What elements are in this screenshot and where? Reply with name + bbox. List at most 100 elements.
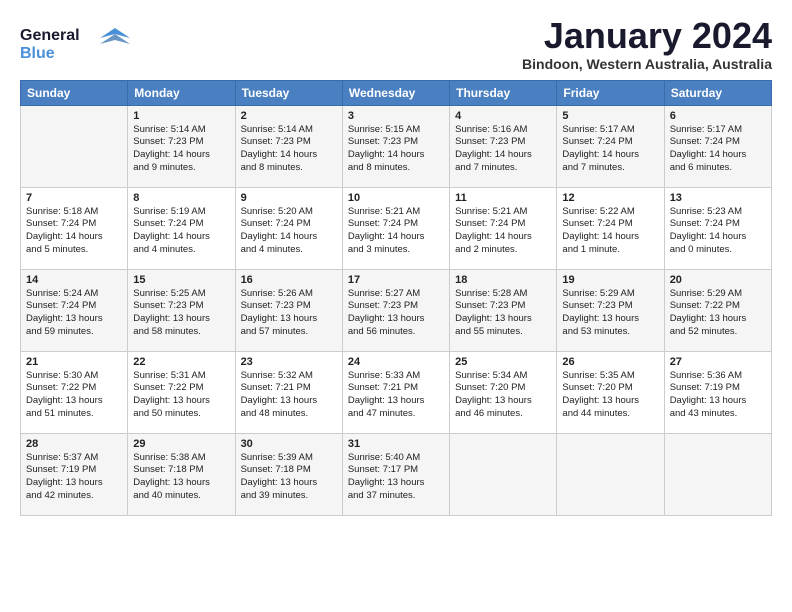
- calendar-cell: 21Sunrise: 5:30 AMSunset: 7:22 PMDayligh…: [21, 351, 128, 433]
- calendar-cell: 6 Sunrise: 5:17 AMSunset: 7:24 PMDaylight…: [664, 105, 771, 187]
- day-info: Sunrise: 5:22 AMSunset: 7:24 PMDaylight:…: [562, 206, 658, 257]
- day-number: 26: [562, 356, 658, 368]
- calendar-cell: 26 Sunrise: 5:35 AMSunset: 7:20 PMDayligh…: [557, 351, 664, 433]
- day-number: 13: [670, 192, 766, 204]
- day-info: Sunrise: 5:28 AMSunset: 7:23 PMDaylight:…: [455, 288, 551, 339]
- day-info: Sunrise: 5:29 AMSunset: 7:23 PMDaylight:…: [562, 288, 658, 339]
- week-row-2: 14 Sunrise: 5:24 AMSunset: 7:24 PMDayligh…: [21, 269, 772, 351]
- day-info: Sunrise: 5:17 AMSunset: 7:24 PMDaylight:…: [670, 124, 766, 175]
- day-info: Sunrise: 5:37 AMSunset: 7:19 PMDaylight:…: [26, 452, 122, 503]
- calendar-table: SundayMondayTuesdayWednesdayThursdayFrid…: [20, 80, 772, 516]
- day-info: Sunrise: 5:35 AMSunset: 7:20 PMDaylight:…: [562, 370, 658, 421]
- calendar-cell: 11 Sunrise: 5:21 AMSunset: 7:24 PMDayligh…: [450, 187, 557, 269]
- calendar-cell: 3 Sunrise: 5:15 AMSunset: 7:23 PMDaylight…: [342, 105, 449, 187]
- svg-text:General: General: [20, 27, 80, 44]
- day-header-monday: Monday: [128, 80, 235, 105]
- logo: General Blue: [20, 20, 130, 69]
- day-header-saturday: Saturday: [664, 80, 771, 105]
- day-number: 22: [133, 356, 229, 368]
- day-header-thursday: Thursday: [450, 80, 557, 105]
- calendar-cell: 19 Sunrise: 5:29 AMSunset: 7:23 PMDayligh…: [557, 269, 664, 351]
- day-info: Sunrise: 5:21 AMSunset: 7:24 PMDaylight:…: [455, 206, 551, 257]
- calendar-cell: 15 Sunrise: 5:25 AMSunset: 7:23 PMDayligh…: [128, 269, 235, 351]
- calendar-cell: 28 Sunrise: 5:37 AMSunset: 7:19 PMDayligh…: [21, 433, 128, 515]
- day-number: 6: [670, 110, 766, 122]
- day-info: Sunrise: 5:24 AMSunset: 7:24 PMDaylight:…: [26, 288, 122, 339]
- day-info: Sunrise: 5:34 AMSunset: 7:20 PMDaylight:…: [455, 370, 551, 421]
- day-number: 3: [348, 110, 444, 122]
- calendar-cell: 7Sunrise: 5:18 AMSunset: 7:24 PMDaylight…: [21, 187, 128, 269]
- day-info: Sunrise: 5:40 AMSunset: 7:17 PMDaylight:…: [348, 452, 444, 503]
- day-info: Sunrise: 5:23 AMSunset: 7:24 PMDaylight:…: [670, 206, 766, 257]
- day-number: 30: [241, 438, 337, 450]
- day-header-tuesday: Tuesday: [235, 80, 342, 105]
- day-info: Sunrise: 5:31 AMSunset: 7:22 PMDaylight:…: [133, 370, 229, 421]
- day-number: 25: [455, 356, 551, 368]
- calendar-cell: 16 Sunrise: 5:26 AMSunset: 7:23 PMDayligh…: [235, 269, 342, 351]
- day-info: Sunrise: 5:16 AMSunset: 7:23 PMDaylight:…: [455, 124, 551, 175]
- title-section: January 2024 Bindoon, Western Australia,…: [522, 16, 772, 72]
- calendar-subtitle: Bindoon, Western Australia, Australia: [522, 56, 772, 72]
- calendar-cell: 18 Sunrise: 5:28 AMSunset: 7:23 PMDayligh…: [450, 269, 557, 351]
- calendar-cell: [450, 433, 557, 515]
- day-number: 19: [562, 274, 658, 286]
- calendar-cell: 1 Sunrise: 5:14 AMSunset: 7:23 PMDaylight…: [128, 105, 235, 187]
- calendar-cell: 22 Sunrise: 5:31 AMSunset: 7:22 PMDayligh…: [128, 351, 235, 433]
- day-number: 14: [26, 274, 122, 286]
- day-number: 24: [348, 356, 444, 368]
- header-row: SundayMondayTuesdayWednesdayThursdayFrid…: [21, 80, 772, 105]
- calendar-cell: 24 Sunrise: 5:33 AMSunset: 7:21 PMDayligh…: [342, 351, 449, 433]
- logo-text: General Blue: [20, 20, 130, 69]
- svg-text:Blue: Blue: [20, 45, 55, 62]
- calendar-cell: 17Sunrise: 5:27 AMSunset: 7:23 PMDayligh…: [342, 269, 449, 351]
- calendar-cell: [557, 433, 664, 515]
- day-number: 8: [133, 192, 229, 204]
- day-header-friday: Friday: [557, 80, 664, 105]
- calendar-cell: [664, 433, 771, 515]
- day-info: Sunrise: 5:36 AMSunset: 7:19 PMDaylight:…: [670, 370, 766, 421]
- calendar-cell: 20 Sunrise: 5:29 AMSunset: 7:22 PMDayligh…: [664, 269, 771, 351]
- calendar-cell: 25 Sunrise: 5:34 AMSunset: 7:20 PMDayligh…: [450, 351, 557, 433]
- day-number: 23: [241, 356, 337, 368]
- day-info: Sunrise: 5:19 AMSunset: 7:24 PMDaylight:…: [133, 206, 229, 257]
- day-number: 1: [133, 110, 229, 122]
- day-number: 10: [348, 192, 444, 204]
- calendar-cell: 29 Sunrise: 5:38 AMSunset: 7:18 PMDayligh…: [128, 433, 235, 515]
- calendar-cell: 9Sunrise: 5:20 AMSunset: 7:24 PMDaylight…: [235, 187, 342, 269]
- calendar-cell: 5Sunrise: 5:17 AMSunset: 7:24 PMDaylight…: [557, 105, 664, 187]
- day-info: Sunrise: 5:15 AMSunset: 7:23 PMDaylight:…: [348, 124, 444, 175]
- day-number: 17: [348, 274, 444, 286]
- day-info: Sunrise: 5:32 AMSunset: 7:21 PMDaylight:…: [241, 370, 337, 421]
- day-info: Sunrise: 5:38 AMSunset: 7:18 PMDaylight:…: [133, 452, 229, 503]
- calendar-cell: [21, 105, 128, 187]
- day-header-sunday: Sunday: [21, 80, 128, 105]
- day-number: 2: [241, 110, 337, 122]
- day-number: 20: [670, 274, 766, 286]
- day-info: Sunrise: 5:26 AMSunset: 7:23 PMDaylight:…: [241, 288, 337, 339]
- day-number: 31: [348, 438, 444, 450]
- day-number: 9: [241, 192, 337, 204]
- day-info: Sunrise: 5:25 AMSunset: 7:23 PMDaylight:…: [133, 288, 229, 339]
- day-number: 18: [455, 274, 551, 286]
- calendar-cell: 14 Sunrise: 5:24 AMSunset: 7:24 PMDayligh…: [21, 269, 128, 351]
- week-row-4: 28 Sunrise: 5:37 AMSunset: 7:19 PMDayligh…: [21, 433, 772, 515]
- day-number: 7: [26, 192, 122, 204]
- day-info: Sunrise: 5:33 AMSunset: 7:21 PMDaylight:…: [348, 370, 444, 421]
- day-info: Sunrise: 5:39 AMSunset: 7:18 PMDaylight:…: [241, 452, 337, 503]
- day-number: 15: [133, 274, 229, 286]
- day-number: 5: [562, 110, 658, 122]
- day-info: Sunrise: 5:14 AMSunset: 7:23 PMDaylight:…: [133, 124, 229, 175]
- day-number: 27: [670, 356, 766, 368]
- day-number: 12: [562, 192, 658, 204]
- calendar-cell: 10Sunrise: 5:21 AMSunset: 7:24 PMDayligh…: [342, 187, 449, 269]
- day-info: Sunrise: 5:29 AMSunset: 7:22 PMDaylight:…: [670, 288, 766, 339]
- day-number: 29: [133, 438, 229, 450]
- day-number: 21: [26, 356, 122, 368]
- day-number: 28: [26, 438, 122, 450]
- week-row-1: 7Sunrise: 5:18 AMSunset: 7:24 PMDaylight…: [21, 187, 772, 269]
- day-number: 16: [241, 274, 337, 286]
- calendar-cell: 8 Sunrise: 5:19 AMSunset: 7:24 PMDaylight…: [128, 187, 235, 269]
- day-number: 11: [455, 192, 551, 204]
- calendar-title: January 2024: [522, 16, 772, 56]
- calendar-cell: 2Sunrise: 5:14 AMSunset: 7:23 PMDaylight…: [235, 105, 342, 187]
